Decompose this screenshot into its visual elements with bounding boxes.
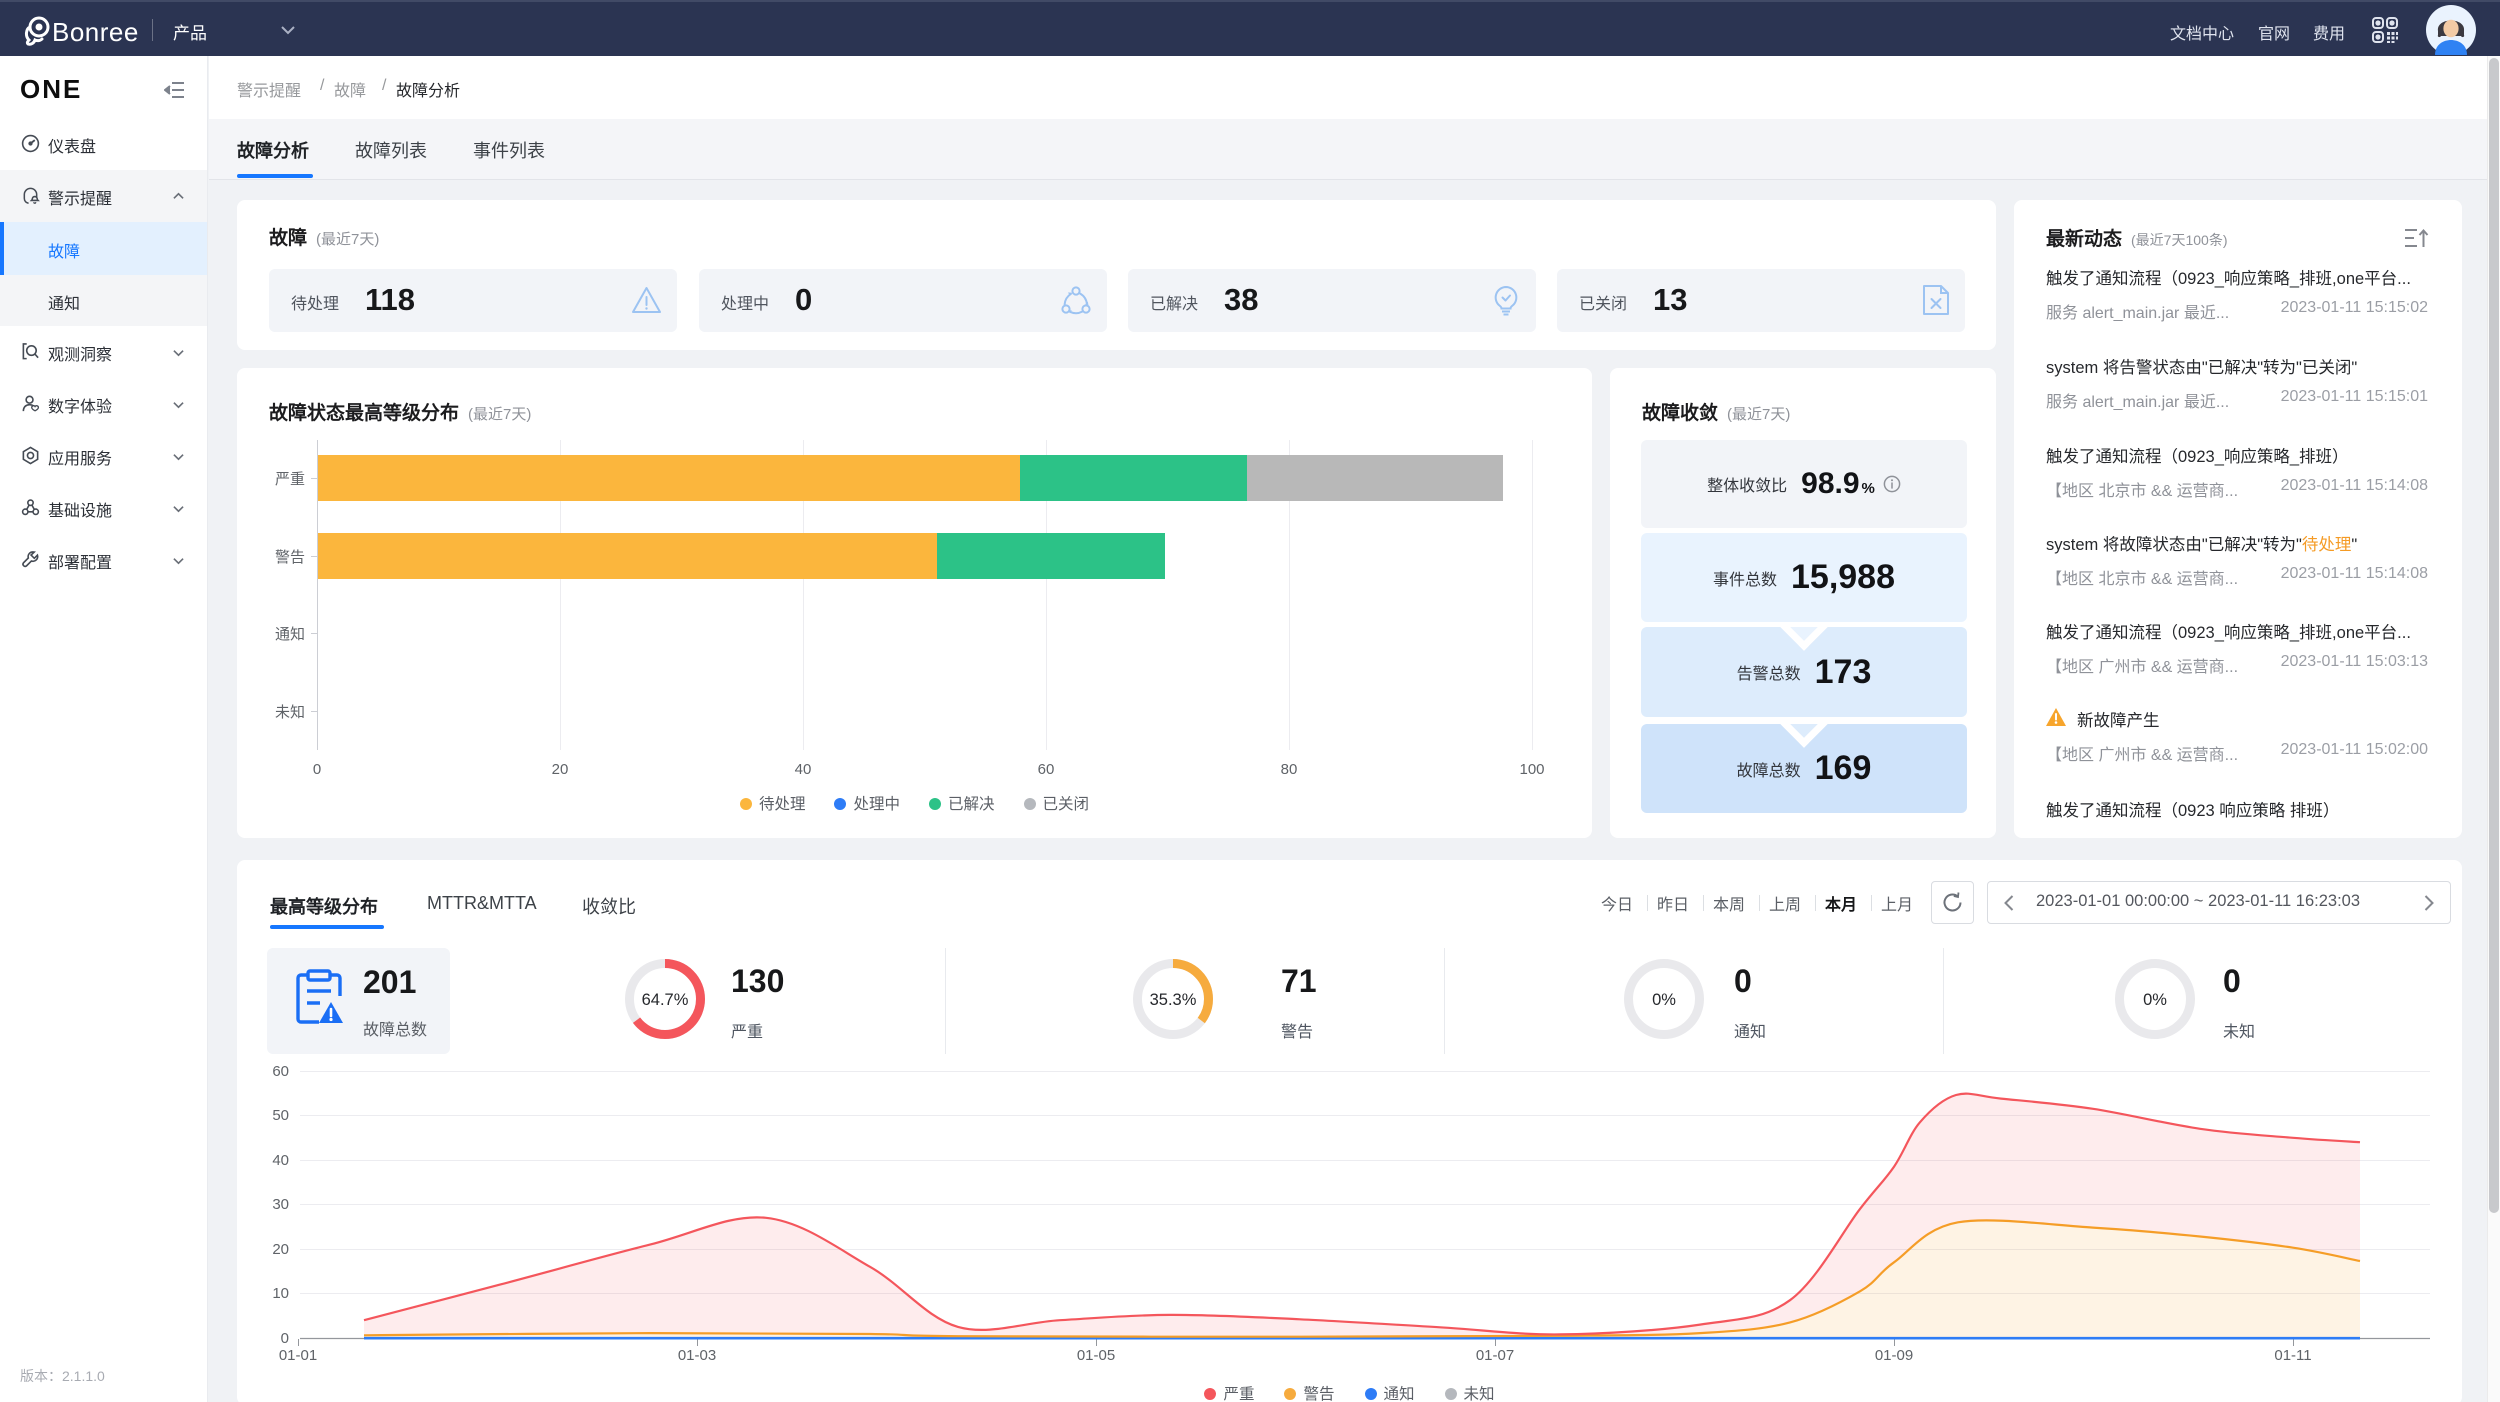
svg-text:30: 30	[272, 1196, 289, 1213]
svg-text:20: 20	[552, 761, 569, 778]
svg-text:50: 50	[272, 1107, 289, 1124]
svg-text:通知: 通知	[275, 626, 305, 643]
svg-text:35.3%: 35.3%	[1150, 991, 1197, 1009]
svg-text:未知: 未知	[275, 704, 305, 721]
svg-text:01-05: 01-05	[1077, 1347, 1115, 1364]
svg-text:60: 60	[272, 1063, 289, 1080]
svg-text:60: 60	[1038, 761, 1055, 778]
svg-text:01-03: 01-03	[678, 1347, 716, 1364]
svg-text:警告: 警告	[275, 549, 305, 566]
svg-text:64.7%: 64.7%	[642, 991, 689, 1009]
svg-text:80: 80	[1281, 761, 1298, 778]
svg-text:01-11: 01-11	[2274, 1347, 2311, 1364]
svg-text:40: 40	[795, 761, 812, 778]
svg-text:01-07: 01-07	[1476, 1347, 1514, 1364]
svg-text:0%: 0%	[2143, 991, 2167, 1009]
svg-text:100: 100	[1519, 761, 1544, 778]
svg-text:0: 0	[313, 761, 321, 778]
svg-text:0%: 0%	[1652, 991, 1676, 1009]
svg-text:20: 20	[272, 1241, 289, 1258]
svg-text:40: 40	[272, 1152, 289, 1169]
svg-text:01-09: 01-09	[1875, 1347, 1913, 1364]
svg-text:01-01: 01-01	[279, 1347, 317, 1364]
svg-text:10: 10	[272, 1285, 289, 1302]
svg-text:0: 0	[281, 1330, 289, 1347]
svg-text:严重: 严重	[275, 471, 305, 488]
